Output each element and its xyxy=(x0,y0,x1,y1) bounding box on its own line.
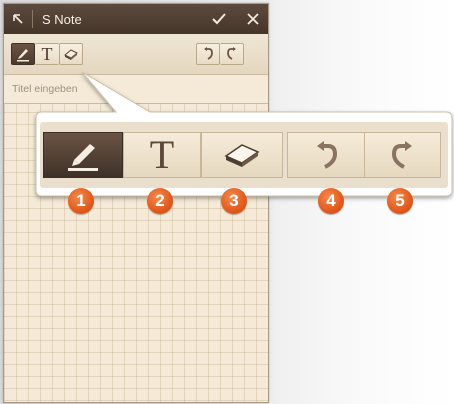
zoom-pen-tool-button[interactable] xyxy=(43,132,123,178)
undo-icon xyxy=(317,141,338,169)
zoom-text-tool-button[interactable]: T xyxy=(123,132,201,178)
zoomed-tool-bar: T xyxy=(43,126,441,182)
redo-icon xyxy=(391,141,412,169)
marker-5: 5 xyxy=(387,188,413,214)
marker-4: 4 xyxy=(318,188,344,214)
marker-1: 1 xyxy=(68,188,94,214)
pen-icon xyxy=(68,144,98,171)
zoom-undo-button[interactable] xyxy=(287,132,365,178)
marker-3: 3 xyxy=(221,188,247,214)
zoom-redo-button[interactable] xyxy=(365,132,441,178)
text-icon: T xyxy=(149,132,175,177)
zoom-eraser-tool-button[interactable] xyxy=(201,132,283,178)
marker-2: 2 xyxy=(147,188,173,214)
eraser-icon xyxy=(224,144,260,167)
